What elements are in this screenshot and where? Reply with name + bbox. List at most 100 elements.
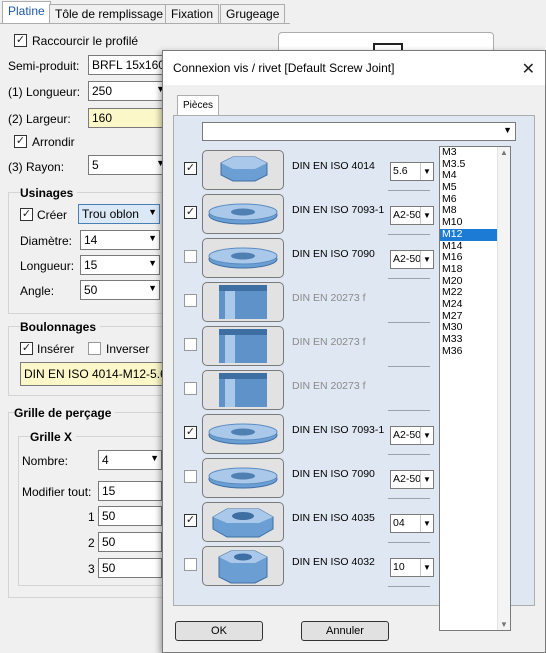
chevron-down-icon: ▼ xyxy=(420,163,433,180)
round-checkbox[interactable] xyxy=(14,135,27,148)
part-grade-value: A2-50 xyxy=(393,209,422,221)
part-washer-icon xyxy=(202,414,284,454)
row-2-label: 2 xyxy=(88,536,95,550)
part-name: DIN EN ISO 7090 xyxy=(292,248,375,260)
tab-pieces[interactable]: Pièces xyxy=(177,95,219,116)
row-separator xyxy=(388,586,430,587)
part-checkbox[interactable] xyxy=(184,470,197,483)
part-washer-icon xyxy=(202,458,284,498)
part-checkbox[interactable] xyxy=(184,250,197,263)
radius-combo[interactable]: 5 ▼ xyxy=(88,155,168,175)
part-filter-combo[interactable]: ▼ xyxy=(202,122,516,141)
part-checkbox[interactable] xyxy=(184,338,197,351)
part-grade-value: 04 xyxy=(393,517,405,529)
usinages-title: Usinages xyxy=(20,186,78,200)
part-sleeve-icon xyxy=(202,282,284,322)
part-grade-value: A2-50 xyxy=(393,429,422,441)
width-field[interactable]: 160 xyxy=(88,108,168,128)
chevron-down-icon: ▼ xyxy=(503,125,512,135)
length-combo[interactable]: 250 ▼ xyxy=(88,81,168,101)
part-grade-select[interactable]: 10 ▼ xyxy=(390,558,434,577)
chevron-down-icon: ▼ xyxy=(148,258,157,268)
part-nut-icon xyxy=(202,502,284,542)
part-checkbox[interactable] xyxy=(184,514,197,527)
dialog-title: Connexion vis / rivet [Default Screw Joi… xyxy=(173,61,395,75)
count-combo[interactable]: 4 ▼ xyxy=(98,450,162,470)
part-name: DIN EN 20273 f xyxy=(292,336,366,348)
scroll-down-icon[interactable]: ▼ xyxy=(500,620,508,629)
grille-title: Grille de perçage xyxy=(14,406,116,420)
part-grade-select[interactable]: A2-50 ▼ xyxy=(390,206,434,225)
radius-label: (3) Rayon: xyxy=(8,160,65,174)
radius-value: 5 xyxy=(92,158,99,172)
size-list-scrollbar[interactable]: ▲ ▼ xyxy=(497,147,510,630)
row-separator xyxy=(388,410,430,411)
tab-tole-de-remplissage[interactable]: Tôle de remplissage xyxy=(49,4,170,24)
insert-label: Insérer xyxy=(37,342,75,356)
chevron-down-icon: ▼ xyxy=(420,559,433,576)
chevron-down-icon: ▼ xyxy=(148,207,157,217)
part-grade-value: 5.6 xyxy=(393,165,408,177)
part-sleeve-icon xyxy=(202,326,284,366)
part-name: DIN EN 20273 f xyxy=(292,380,366,392)
diameter-combo[interactable]: 14 ▼ xyxy=(80,230,160,250)
part-name: DIN EN ISO 7093-1 xyxy=(292,424,385,436)
tab-bar: Platine Tôle de remplissage Fixation Gru… xyxy=(0,0,546,24)
part-checkbox[interactable] xyxy=(184,294,197,307)
count-label: Nombre: xyxy=(22,454,69,468)
hole-type-combo[interactable]: Trou oblon ▼ xyxy=(78,204,160,224)
grille-x-title: Grille X xyxy=(30,430,77,444)
part-checkbox[interactable] xyxy=(184,558,197,571)
chevron-down-icon: ▼ xyxy=(420,251,433,268)
dialog-titlebar: Connexion vis / rivet [Default Screw Joi… xyxy=(163,51,545,85)
row-separator xyxy=(388,366,430,367)
row-1-field[interactable]: 50 xyxy=(98,506,162,526)
chevron-down-icon: ▼ xyxy=(148,233,157,243)
tab-grugeage[interactable]: Grugeage xyxy=(220,4,286,24)
scroll-up-icon[interactable]: ▲ xyxy=(500,148,508,157)
chevron-down-icon: ▼ xyxy=(420,427,433,444)
angle-value: 50 xyxy=(84,283,98,297)
semi-product-field[interactable]: BRFL 15x160 xyxy=(88,55,168,75)
bolt-field[interactable]: DIN EN ISO 4014-M12-5.6 xyxy=(20,362,164,386)
close-icon[interactable]: ✕ xyxy=(522,59,535,79)
chevron-down-icon: ▼ xyxy=(148,283,157,293)
part-grade-select[interactable]: A2-50 ▼ xyxy=(390,470,434,489)
part-checkbox[interactable] xyxy=(184,162,197,175)
shorten-profile-checkbox[interactable] xyxy=(14,34,27,47)
tab-fixation[interactable]: Fixation xyxy=(165,4,220,24)
part-checkbox[interactable] xyxy=(184,426,197,439)
chevron-down-icon: ▼ xyxy=(420,207,433,224)
insert-checkbox[interactable] xyxy=(20,342,33,355)
part-sleeve-icon xyxy=(202,370,284,410)
cancel-button[interactable]: Annuler xyxy=(301,621,389,641)
angle-label: Angle: xyxy=(20,284,55,298)
row-separator xyxy=(388,498,430,499)
invert-checkbox[interactable] xyxy=(88,342,101,355)
part-grade-select[interactable]: 5.6 ▼ xyxy=(390,162,434,181)
row-2-field[interactable]: 50 xyxy=(98,532,162,552)
angle-combo[interactable]: 50 ▼ xyxy=(80,280,160,300)
modify-all-field[interactable]: 15 xyxy=(98,481,162,501)
count-value: 4 xyxy=(102,453,109,467)
part-grade-select[interactable]: A2-50 ▼ xyxy=(390,426,434,445)
usinage-length-combo[interactable]: 15 ▼ xyxy=(80,255,160,275)
screw-joint-dialog: Connexion vis / rivet [Default Screw Joi… xyxy=(162,50,546,653)
row-3-field[interactable]: 50 xyxy=(98,558,162,578)
chevron-down-icon: ▼ xyxy=(420,515,433,532)
row-separator xyxy=(388,190,430,191)
part-checkbox[interactable] xyxy=(184,382,197,395)
ok-button[interactable]: OK xyxy=(175,621,263,641)
part-checkbox[interactable] xyxy=(184,206,197,219)
part-name: DIN EN ISO 4032 xyxy=(292,556,375,568)
create-checkbox[interactable] xyxy=(20,208,33,221)
tab-platine[interactable]: Platine xyxy=(2,1,51,24)
size-list[interactable]: M3 M3.5 M4 M5 M6 M8 M10 M12 M14 M16 M18 M20 M22 M24 M2… xyxy=(439,146,511,631)
part-grade-select[interactable]: 04 ▼ xyxy=(390,514,434,533)
semi-product-label: Semi-produit: xyxy=(8,59,80,73)
part-grade-select[interactable]: A2-50 ▼ xyxy=(390,250,434,269)
part-name: DIN EN ISO 7090 xyxy=(292,468,375,480)
part-grade-value: A2-50 xyxy=(393,253,422,265)
part-name: DIN EN ISO 4014 xyxy=(292,160,375,172)
boulonnages-title: Boulonnages xyxy=(20,320,101,334)
